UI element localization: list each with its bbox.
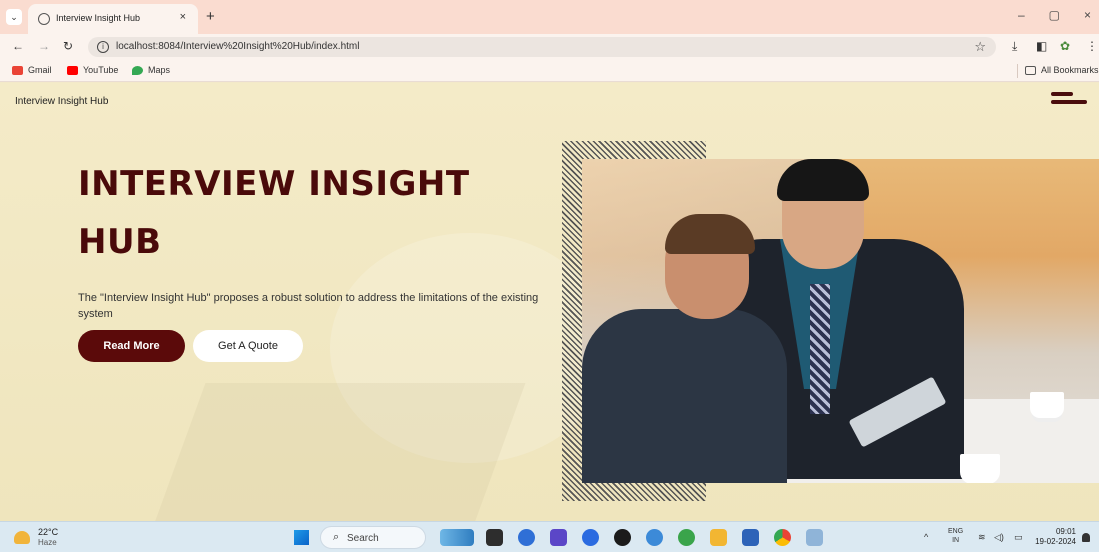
hero-title: INTERVIEW INSIGHT HUB: [78, 164, 470, 262]
close-window-button[interactable]: ×: [1084, 8, 1091, 22]
forward-icon[interactable]: →: [38, 39, 50, 53]
bookmarks-bar: Gmail YouTube Maps All Bookmarks: [0, 60, 1099, 82]
taskbar-search[interactable]: ⌕ Search: [320, 526, 426, 549]
site-brand[interactable]: Interview Insight Hub: [15, 96, 108, 107]
volume-icon[interactable]: ◁): [994, 532, 1004, 543]
hero-image-business-meeting: [582, 159, 1099, 483]
maps-icon: [132, 65, 143, 75]
file-explorer-icon[interactable]: [710, 529, 727, 546]
tab-title: Interview Insight Hub: [56, 13, 141, 23]
image-tie: [810, 284, 830, 414]
battery-icon[interactable]: ▭: [1014, 532, 1023, 543]
close-tab-icon[interactable]: ×: [180, 11, 186, 23]
language-code: ENG: [948, 528, 964, 535]
all-bookmarks-label: All Bookmarks: [1041, 65, 1099, 75]
tray-overflow-icon[interactable]: ^: [924, 532, 928, 542]
back-icon[interactable]: ←: [12, 39, 24, 53]
bookmarks-separator: [1017, 64, 1018, 78]
store-icon[interactable]: [742, 529, 759, 546]
chat-icon[interactable]: [518, 529, 535, 546]
image-hair-right: [777, 159, 869, 201]
bookmark-label: Gmail: [28, 65, 52, 75]
reload-icon[interactable]: ↻: [63, 39, 73, 53]
bookmark-youtube[interactable]: YouTube: [67, 65, 118, 75]
bookmark-label: Maps: [148, 65, 171, 75]
search-icon: ⌕: [333, 531, 340, 543]
weather-temperature[interactable]: 22°C: [38, 527, 58, 537]
weather-sun-icon[interactable]: [14, 531, 30, 544]
image-coffee-cup: [1030, 392, 1064, 418]
wifi-icon[interactable]: ≋: [978, 532, 986, 543]
gmail-icon: [12, 65, 23, 75]
url-text: localhost:8084/Interview%20Insight%20Hub…: [116, 41, 360, 52]
browser-tab-strip: ⌄ Interview Insight Hub × + – ▢ ×: [0, 0, 1099, 34]
all-bookmarks-button[interactable]: All Bookmarks: [1025, 65, 1099, 75]
bookmark-gmail[interactable]: Gmail: [12, 65, 52, 75]
app-icon[interactable]: [550, 529, 567, 546]
folder-icon: [1025, 65, 1036, 75]
site-info-icon[interactable]: i: [97, 41, 109, 53]
globe-icon: [38, 13, 50, 25]
sidepanel-icon[interactable]: ◧: [1036, 39, 1047, 53]
language-indicator[interactable]: ENG IN: [948, 527, 963, 545]
get-a-quote-button[interactable]: Get A Quote: [193, 330, 303, 362]
download-icon[interactable]: ⤓: [1012, 39, 1017, 54]
region-code: IN: [952, 537, 960, 544]
widgets-icon[interactable]: [440, 529, 474, 546]
new-tab-button[interactable]: +: [206, 8, 215, 25]
window-controls: – ▢ ×: [1018, 8, 1091, 22]
clock-date: 19-02-2024: [1035, 537, 1076, 546]
app-icon[interactable]: [678, 529, 695, 546]
tab-search-icon[interactable]: ⌄: [6, 9, 22, 25]
task-view-icon[interactable]: [486, 529, 503, 546]
notification-bell-icon[interactable]: [1082, 533, 1090, 542]
windows-start-icon[interactable]: [294, 530, 309, 545]
search-app-icon[interactable]: [582, 529, 599, 546]
hero-description: The "Interview Insight Hub" proposes a r…: [78, 292, 539, 320]
app-icon[interactable]: [806, 529, 823, 546]
bookmark-label: YouTube: [83, 65, 119, 75]
chrome-icon[interactable]: [774, 529, 791, 546]
read-more-button[interactable]: Read More: [78, 330, 185, 362]
bookmark-star-icon[interactable]: ☆: [974, 39, 986, 55]
image-hair-left: [665, 214, 755, 254]
weather-description[interactable]: Haze: [38, 538, 57, 547]
windows-taskbar: 22°C Haze ⌕ Search ^ ENG IN ≋ ◁) ▭ 09:01…: [0, 521, 1099, 552]
image-person-left: [582, 309, 787, 483]
menu-line: [1051, 92, 1073, 96]
menu-dots-icon[interactable]: ⋮: [1086, 39, 1098, 53]
minimize-button[interactable]: –: [1018, 8, 1025, 22]
bookmark-maps[interactable]: Maps: [132, 65, 170, 75]
extension-icon[interactable]: ✿: [1060, 39, 1070, 53]
hamburger-menu-icon[interactable]: [1051, 92, 1087, 106]
edge-icon[interactable]: [646, 529, 663, 546]
background-decoration: [154, 383, 526, 521]
menu-line: [1051, 100, 1087, 104]
app-icon[interactable]: [614, 529, 631, 546]
clock-time: 09:01: [1055, 527, 1076, 536]
web-page: Interview Insight Hub INTERVIEW INSIGHT …: [0, 83, 1099, 521]
search-label: Search: [347, 533, 379, 544]
restore-button[interactable]: ▢: [1049, 8, 1060, 22]
image-coffee-cup: [960, 454, 1000, 483]
browser-tab[interactable]: Interview Insight Hub ×: [28, 4, 198, 34]
youtube-icon: [67, 65, 78, 75]
browser-toolbar: ← → ↻ i localhost:8084/Interview%20Insig…: [0, 34, 1099, 60]
system-clock[interactable]: 09:01 19-02-2024: [1034, 527, 1076, 547]
address-bar[interactable]: i localhost:8084/Interview%20Insight%20H…: [88, 37, 996, 57]
